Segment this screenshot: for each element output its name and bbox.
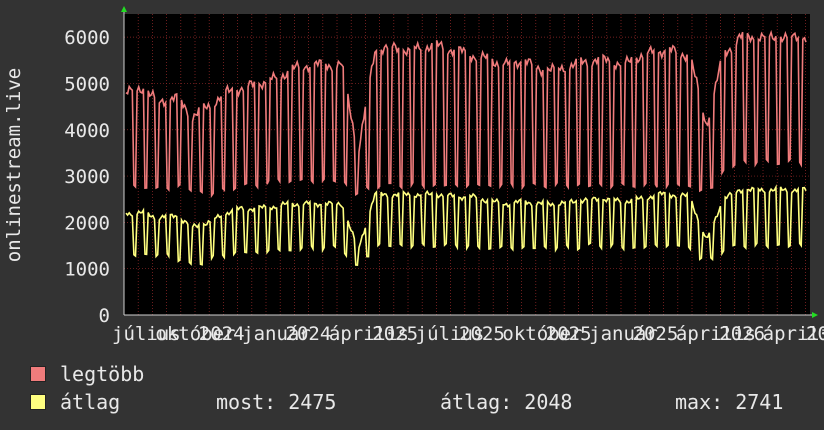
y-axis-arrow <box>121 6 127 12</box>
y-tick-label: 5000 <box>64 73 110 95</box>
stat-now: most: 2475 <box>216 390 337 414</box>
y-tick-label: 2000 <box>64 212 110 234</box>
y-tick-label: 4000 <box>64 120 110 142</box>
legend-label-avg: átlag <box>60 390 121 414</box>
legend-swatch-max <box>30 366 46 382</box>
y-axis-label: onlinestream.live <box>3 68 25 262</box>
legend-label-max: legtöbb <box>60 362 145 386</box>
legend-item-avg: átlag <box>30 390 120 414</box>
x-tick-label: 2026 <box>719 323 765 345</box>
x-axis-arrow <box>812 312 818 318</box>
stat-average: átlag: 2048 <box>440 390 573 414</box>
x-tick-label: 2025 <box>633 323 679 345</box>
stat-max: max: 2741 <box>675 390 784 414</box>
x-tick-label: 2024 <box>286 323 332 345</box>
y-tick-label: 1000 <box>64 259 110 281</box>
legend-swatch-avg <box>30 394 46 410</box>
x-tick-label: 2025 <box>546 323 592 345</box>
x-tick-label: 2025 <box>459 323 505 345</box>
y-tick-label: 0 <box>99 305 110 327</box>
x-tick-label: 2025 <box>372 323 418 345</box>
y-tick-label: 6000 <box>64 27 110 49</box>
y-tick-label: 3000 <box>64 166 110 188</box>
x-tick-label: 20 <box>806 323 824 345</box>
legend-item-max: legtöbb <box>30 362 144 386</box>
x-tick-label: 2024 <box>199 323 245 345</box>
